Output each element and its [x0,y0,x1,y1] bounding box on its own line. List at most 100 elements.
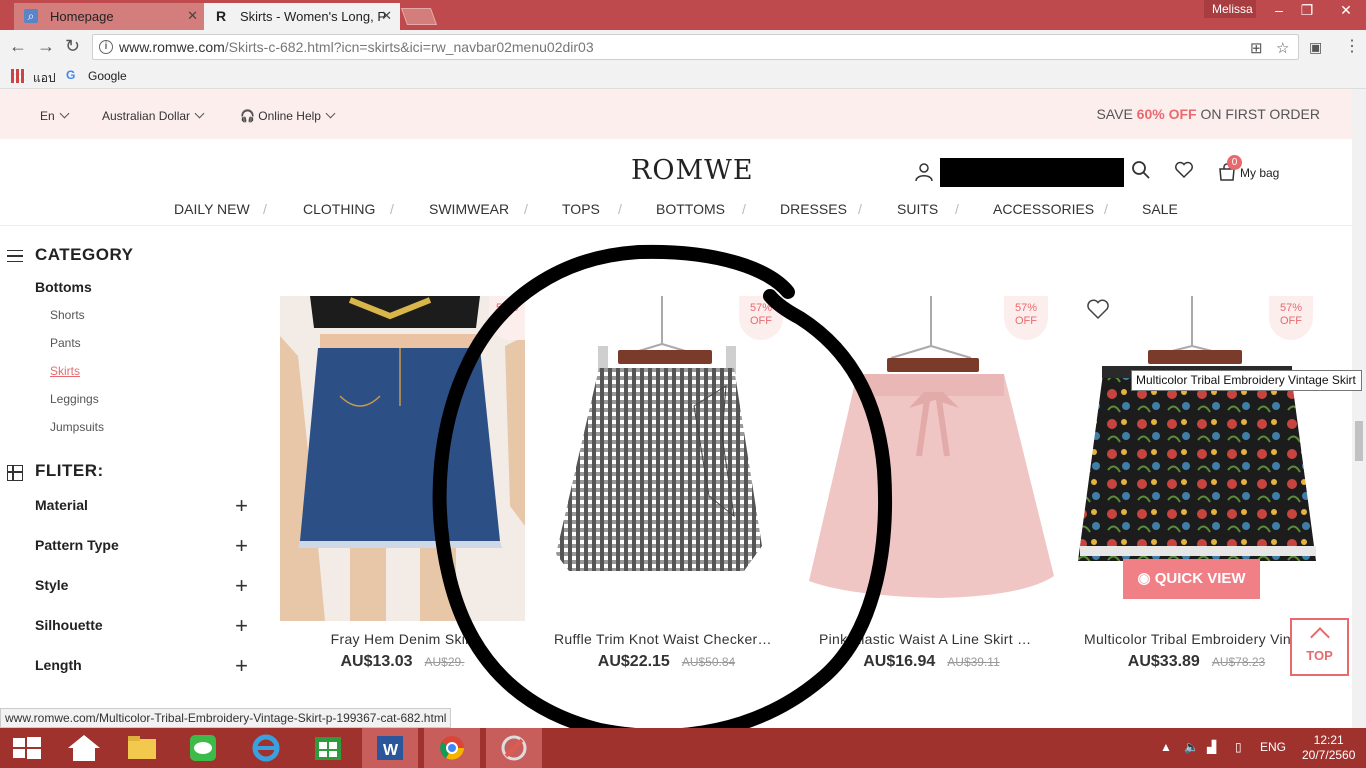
filter-style[interactable]: Style + [35,573,250,598]
product-name[interactable]: Fray Hem Denim Skirt [280,631,525,647]
product-prices: AU$33.89 AU$78.23 [1074,653,1319,671]
product-name[interactable]: Ruffle Trim Knot Waist Checkered Skirt [544,631,789,647]
nav-accessories[interactable]: ACCESSORIES [993,201,1094,217]
chevron-down-icon [194,108,205,119]
star-icon[interactable]: ☆ [1276,39,1289,57]
new-tab-button[interactable] [400,8,438,25]
close-icon[interactable]: ✕ [381,8,392,24]
battery-icon[interactable]: ▯ [1235,740,1242,754]
menu-dots-icon[interactable]: ⋮ [1344,36,1360,56]
filter-label: Silhouette [35,617,103,633]
back-icon[interactable]: ← [9,36,27,57]
windows-start-icon[interactable] [0,728,56,768]
nav-clothing[interactable]: CLOTHING [303,201,375,217]
filter-length[interactable]: Length + [35,653,250,678]
heart-icon[interactable] [1174,161,1194,179]
product-card[interactable]: 57% OFF ◉ QUICK VIEW Multicolor Tribal E… [1074,296,1319,676]
online-help[interactable]: 🎧 Online Help [240,108,336,123]
nav-bottoms[interactable]: BOTTOMS [656,201,725,217]
tab-skirts[interactable]: R Skirts - Women's Long, P ✕ [204,3,400,30]
wishlist-heart-icon[interactable] [1086,298,1110,320]
translate-icon[interactable]: ⊞ [1250,39,1263,57]
search-input[interactable] [940,158,1124,187]
currency-select[interactable]: Australian Dollar [102,108,205,123]
filter-silhouette[interactable]: Silhouette + [35,613,250,638]
category-parent[interactable]: Bottoms [35,279,92,295]
product-card[interactable]: 57% OFF Pink Elastic Waist A Line Skirt … [809,296,1054,676]
bag-label[interactable]: My bag [1240,166,1279,180]
search-icon[interactable] [1131,160,1151,180]
chrome-icon[interactable] [424,728,480,768]
filter-pattern-type[interactable]: Pattern Type + [35,533,250,558]
filter-material[interactable]: Material + [35,493,250,518]
back-to-top-button[interactable]: TOP [1290,618,1349,676]
close-window-icon[interactable]: ✕ [1326,0,1366,20]
eye-icon: ◉ [1137,570,1155,587]
category-title: CATEGORY [35,245,134,264]
headset-icon: 🎧 [240,109,259,123]
reload-icon[interactable]: ↻ [65,36,80,57]
product-card[interactable]: 57% OFF Ruffle Trim Knot Waist Checkered… [544,296,789,676]
product-name[interactable]: Pink Elastic Waist A Line Skirt With Bel… [809,631,1054,647]
apps-label[interactable]: แอป [33,69,56,88]
category-item-shorts[interactable]: Shorts [50,308,85,322]
profile-button[interactable]: Melissa [1204,0,1256,18]
chevron-up-icon[interactable]: ▲ [1160,740,1172,754]
file-explorer-icon[interactable] [114,728,170,768]
chevron-down-icon [59,108,70,119]
restore-icon[interactable]: ❐ [1290,0,1324,20]
store-icon[interactable] [300,728,356,768]
product-card[interactable]: 57% Fray Hem Denim Skirt AU$13.03 AU$29. [280,296,525,676]
url-domain: www.romwe.com [119,39,225,55]
nav-separator: / [618,201,622,217]
snipping-tool-icon[interactable] [486,728,542,768]
plus-icon[interactable]: + [235,613,248,639]
nav-swimwear[interactable]: SWIMWEAR [429,201,509,217]
network-icon[interactable]: ▟ [1207,740,1216,754]
apps-icon[interactable] [11,69,25,83]
category-item-jumpsuits[interactable]: Jumpsuits [50,420,104,434]
currency-label: Australian Dollar [102,109,191,123]
product-original-price: AU$39.11 [947,655,1000,669]
nav-tops[interactable]: TOPS [562,201,600,217]
nav-suits[interactable]: SUITS [897,201,938,217]
home-icon[interactable] [56,728,112,768]
url-input[interactable]: i www.romwe.com/Skirts-c-682.html?icn=sk… [92,34,1299,60]
plus-icon[interactable]: + [235,533,248,559]
help-label: Online Help [258,109,321,123]
scrollbar-thumb[interactable] [1355,421,1363,461]
word-icon[interactable]: W [362,728,418,768]
product-image-denim-skirt[interactable] [280,296,525,621]
nav-sale[interactable]: SALE [1142,201,1178,217]
category-item-leggings[interactable]: Leggings [50,392,99,406]
input-language[interactable]: ENG [1260,740,1286,754]
plus-icon[interactable]: + [235,653,248,679]
save-offer[interactable]: SAVE 60% OFF ON FIRST ORDER [1096,106,1320,122]
filter-label: Pattern Type [35,537,119,553]
discount-badge: 57% OFF [1269,296,1313,340]
nav-daily-new[interactable]: DAILY NEW [174,201,250,217]
close-icon[interactable]: ✕ [187,8,198,24]
scrollbar[interactable] [1352,89,1366,728]
language-select[interactable]: En [40,108,70,123]
volume-icon[interactable]: 🔈 [1184,740,1199,754]
tab-homepage[interactable]: ⌕ Homepage ✕ [14,3,206,30]
quick-view-button[interactable]: ◉ QUICK VIEW [1123,559,1260,599]
product-name[interactable]: Multicolor Tribal Embroidery Vintage Ski… [1074,631,1319,647]
extension-icon[interactable]: ▣ [1309,39,1322,56]
line-app-icon[interactable] [176,728,232,768]
category-item-skirts[interactable]: Skirts [50,364,80,378]
product-image-pink-skirt[interactable] [809,296,1054,621]
clock[interactable]: 12:21 20/7/2560 [1302,733,1355,763]
romwe-logo[interactable]: ROMWE [631,155,754,186]
product-image-checkered-skirt[interactable] [544,296,789,621]
forward-icon[interactable]: → [37,36,55,57]
google-bookmark[interactable]: Google [88,69,127,83]
category-item-pants[interactable]: Pants [50,336,81,350]
user-icon[interactable] [914,162,934,182]
plus-icon[interactable]: + [235,493,248,519]
plus-icon[interactable]: + [235,573,248,599]
internet-explorer-icon[interactable] [238,728,294,768]
info-icon[interactable]: i [99,40,113,54]
nav-dresses[interactable]: DRESSES [780,201,847,217]
